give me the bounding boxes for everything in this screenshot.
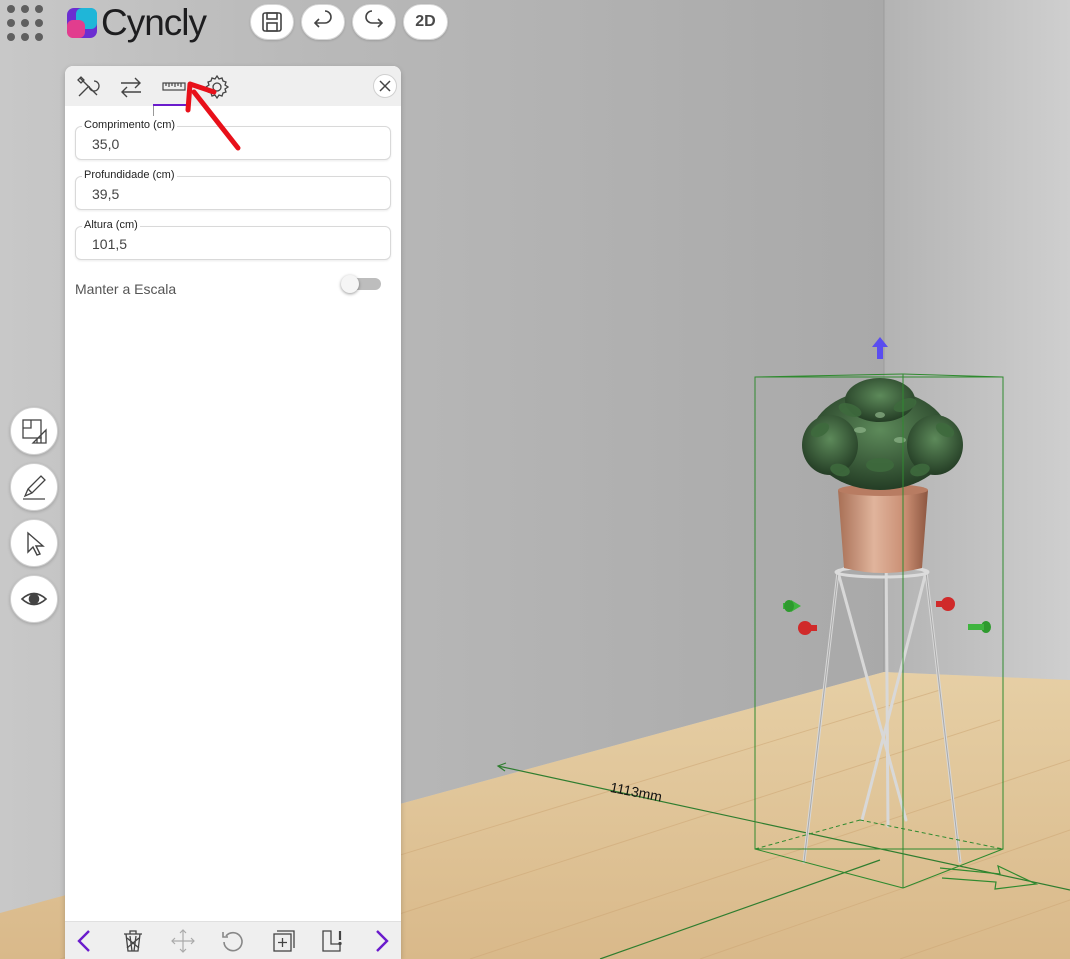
trash-icon	[124, 930, 142, 952]
tab-tools[interactable]	[73, 72, 103, 102]
rotate-icon	[222, 931, 243, 952]
annotation-arrow-icon	[185, 81, 241, 151]
duplicate-icon	[273, 930, 295, 952]
previous-button[interactable]	[71, 927, 99, 955]
height-field: Altura (cm)	[75, 219, 391, 260]
panel-footer	[65, 921, 401, 959]
view-2d-button[interactable]: 2D	[403, 4, 448, 40]
move-icon	[171, 929, 195, 953]
view-tool-button[interactable]	[10, 575, 58, 623]
keep-scale-toggle[interactable]	[341, 275, 381, 293]
delete-button[interactable]	[119, 927, 147, 955]
apps-grid-icon[interactable]	[7, 5, 45, 43]
close-panel-button[interactable]	[373, 74, 397, 98]
brand-name: Cyncly	[101, 2, 207, 43]
cursor-icon	[27, 531, 45, 556]
redo-button[interactable]	[352, 4, 396, 40]
rotate-button[interactable]	[219, 927, 247, 955]
chevron-right-icon	[376, 930, 389, 952]
move-button[interactable]	[169, 927, 197, 955]
properties-panel: Comprimento (cm) Profundidade (cm) Altur…	[65, 66, 401, 959]
alert-icon	[322, 930, 342, 952]
swap-arrows-icon	[121, 77, 141, 98]
toggle-knob	[341, 275, 359, 293]
height-label: Altura (cm)	[82, 219, 140, 231]
chevron-left-icon	[77, 930, 90, 952]
draw-tool-button[interactable]	[10, 463, 58, 511]
tab-swap[interactable]	[116, 72, 146, 102]
brand-logo: Cyncly	[67, 2, 207, 43]
keep-scale-label: Manter a Escala	[75, 281, 177, 297]
save-icon	[262, 12, 282, 32]
length-label: Comprimento (cm)	[82, 119, 178, 131]
next-button[interactable]	[367, 927, 395, 955]
floorplan-tool-button[interactable]	[10, 407, 58, 455]
depth-field: Profundidade (cm)	[75, 169, 391, 210]
undo-button[interactable]	[301, 4, 345, 40]
height-input[interactable]	[92, 236, 372, 252]
close-icon	[379, 80, 391, 92]
tab-marker	[153, 106, 154, 116]
undo-icon	[313, 10, 332, 28]
depth-input[interactable]	[92, 186, 372, 202]
tools-icon	[77, 76, 100, 97]
save-button[interactable]	[250, 4, 294, 40]
depth-label: Profundidade (cm)	[82, 169, 177, 181]
duplicate-button[interactable]	[269, 927, 297, 955]
eye-icon	[20, 592, 48, 606]
redo-icon	[365, 10, 384, 28]
pencil-icon	[23, 475, 46, 500]
floorplan-icon	[22, 419, 47, 444]
select-tool-button[interactable]	[10, 519, 58, 567]
brand-logo-icon	[67, 8, 97, 38]
report-button[interactable]	[319, 927, 347, 955]
